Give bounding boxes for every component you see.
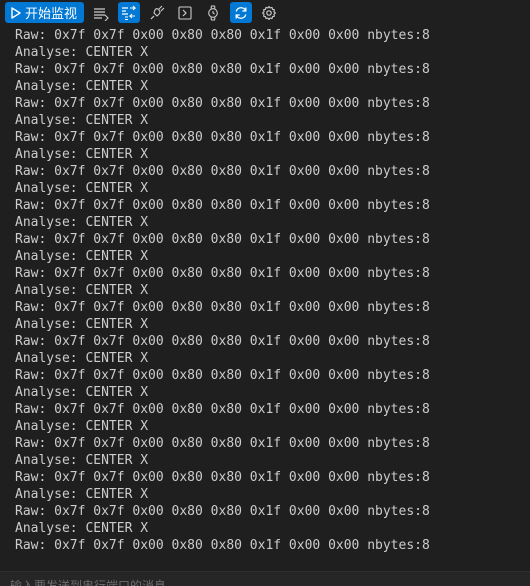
toggle-timestamp-button[interactable] — [202, 2, 224, 23]
log-line: Analyse: CENTER X — [15, 317, 149, 332]
toggle-hex-mode-button[interactable] — [118, 2, 141, 23]
log-line: Analyse: CENTER X — [15, 283, 149, 298]
log-line: Analyse: CENTER X — [15, 147, 149, 162]
log-line: Raw: 0x7f 0x7f 0x00 0x80 0x80 0x1f 0x00 … — [15, 402, 430, 417]
log-line: Raw: 0x7f 0x7f 0x00 0x80 0x80 0x1f 0x00 … — [15, 28, 430, 43]
serial-monitor-toolbar: 开始监视 — [0, 0, 530, 25]
connect-port-button[interactable] — [146, 2, 168, 23]
log-line: Raw: 0x7f 0x7f 0x00 0x80 0x80 0x1f 0x00 … — [15, 266, 430, 281]
gear-icon — [261, 5, 277, 20]
log-line: Analyse: CENTER X — [15, 453, 149, 468]
toggle-autoscroll-button[interactable] — [230, 2, 253, 23]
log-line: Analyse: CENTER X — [15, 79, 149, 94]
log-line: Raw: 0x7f 0x7f 0x00 0x80 0x80 0x1f 0x00 … — [15, 96, 430, 111]
plug-icon — [150, 5, 165, 19]
code-swap-icon — [122, 5, 137, 20]
start-monitoring-button[interactable]: 开始监视 — [5, 2, 85, 23]
log-line: Analyse: CENTER X — [15, 487, 149, 502]
message-input-bar — [0, 571, 530, 586]
monitor-settings-button[interactable] — [258, 2, 280, 23]
log-line: Raw: 0x7f 0x7f 0x00 0x80 0x80 0x1f 0x00 … — [15, 62, 430, 77]
log-line: Analyse: CENTER X — [15, 45, 149, 60]
log-line: Raw: 0x7f 0x7f 0x00 0x80 0x80 0x1f 0x00 … — [15, 300, 430, 315]
log-line: Raw: 0x7f 0x7f 0x00 0x80 0x80 0x1f 0x00 … — [15, 504, 430, 519]
list-icon — [94, 7, 109, 21]
log-line: Raw: 0x7f 0x7f 0x00 0x80 0x80 0x1f 0x00 … — [15, 436, 430, 451]
log-line: Raw: 0x7f 0x7f 0x00 0x80 0x80 0x1f 0x00 … — [15, 368, 430, 383]
log-line: Raw: 0x7f 0x7f 0x00 0x80 0x80 0x1f 0x00 … — [15, 232, 430, 247]
log-line: Raw: 0x7f 0x7f 0x00 0x80 0x80 0x1f 0x00 … — [15, 470, 430, 485]
log-line: Analyse: CENTER X — [15, 215, 149, 230]
serial-message-input[interactable] — [0, 572, 530, 586]
log-line: Raw: 0x7f 0x7f 0x00 0x80 0x80 0x1f 0x00 … — [15, 164, 430, 179]
log-line: Analyse: CENTER X — [15, 249, 149, 264]
log-line: Analyse: CENTER X — [15, 181, 149, 196]
log-line: Raw: 0x7f 0x7f 0x00 0x80 0x80 0x1f 0x00 … — [15, 538, 430, 553]
toggle-line-ending-button[interactable] — [90, 2, 112, 23]
log-line: Analyse: CENTER X — [15, 385, 149, 400]
log-line: Analyse: CENTER X — [15, 113, 149, 128]
play-icon — [11, 6, 21, 19]
log-line: Analyse: CENTER X — [15, 351, 149, 366]
serial-monitor-panel: 开始监视 Raw: 0x7f 0x7f 0x00 0x80 0x80 0x1f … — [0, 0, 530, 586]
watch-icon — [208, 4, 218, 21]
refresh-icon — [235, 6, 247, 19]
log-line: Raw: 0x7f 0x7f 0x00 0x80 0x80 0x1f 0x00 … — [15, 130, 430, 145]
log-line: Analyse: CENTER X — [15, 521, 149, 536]
terminal-icon — [178, 5, 192, 20]
log-line: Analyse: CENTER X — [15, 419, 149, 434]
start-monitoring-label: 开始监视 — [25, 7, 78, 22]
log-line: Raw: 0x7f 0x7f 0x00 0x80 0x80 0x1f 0x00 … — [15, 334, 430, 349]
open-terminal-button[interactable] — [174, 2, 196, 23]
serial-output-log[interactable]: Raw: 0x7f 0x7f 0x00 0x80 0x80 0x1f 0x00 … — [0, 27, 530, 569]
log-line: Raw: 0x7f 0x7f 0x00 0x80 0x80 0x1f 0x00 … — [15, 198, 430, 213]
